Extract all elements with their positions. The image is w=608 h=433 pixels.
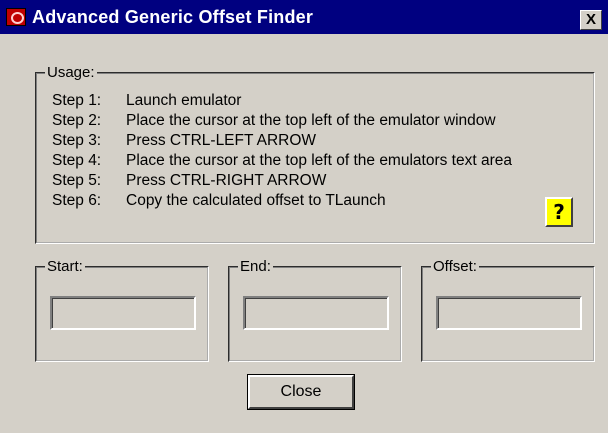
step-label: Step 2: bbox=[52, 112, 102, 129]
usage-caption: Usage: bbox=[45, 64, 97, 81]
end-caption: End: bbox=[238, 258, 273, 275]
offset-field[interactable] bbox=[436, 296, 582, 330]
step-text: Press CTRL-RIGHT ARROW bbox=[126, 172, 327, 189]
steps-list: Step 1: Launch emulator Step 2: Place th… bbox=[52, 91, 512, 211]
end-field[interactable] bbox=[243, 296, 389, 330]
end-group: End: bbox=[228, 258, 402, 362]
step-label: Step 6: bbox=[52, 192, 102, 209]
step-label: Step 4: bbox=[52, 152, 102, 169]
step-label: Step 3: bbox=[52, 132, 102, 149]
step-label: Step 1: bbox=[52, 92, 102, 109]
step-text: Place the cursor at the top left of the … bbox=[126, 112, 496, 129]
step-2: Step 2: Place the cursor at the top left… bbox=[52, 111, 512, 131]
window-close-button[interactable]: X bbox=[580, 10, 602, 30]
offset-group: Offset: bbox=[421, 258, 595, 362]
step-3: Step 3: Press CTRL-LEFT ARROW bbox=[52, 131, 512, 151]
usage-group: Usage: Step 1: Launch emulator Step 2: P… bbox=[35, 64, 595, 244]
step-6: Step 6: Copy the calculated offset to TL… bbox=[52, 191, 512, 211]
step-5: Step 5: Press CTRL-RIGHT ARROW bbox=[52, 171, 512, 191]
step-text: Place the cursor at the top left of the … bbox=[126, 152, 512, 169]
start-caption: Start: bbox=[45, 258, 85, 275]
step-text: Launch emulator bbox=[126, 92, 242, 109]
offset-caption: Offset: bbox=[431, 258, 479, 275]
app-icon[interactable] bbox=[6, 8, 26, 26]
window-title: Advanced Generic Offset Finder bbox=[32, 7, 314, 27]
close-button[interactable]: Close bbox=[247, 374, 355, 410]
start-group: Start: bbox=[35, 258, 209, 362]
step-text: Press CTRL-LEFT ARROW bbox=[126, 132, 317, 149]
title-bar[interactable]: Advanced Generic Offset Finder X bbox=[0, 0, 608, 34]
step-4: Step 4: Place the cursor at the top left… bbox=[52, 151, 512, 171]
step-text: Copy the calculated offset to TLaunch bbox=[126, 192, 386, 209]
question-mark-icon: ? bbox=[553, 200, 565, 224]
help-button[interactable]: ? bbox=[545, 197, 573, 227]
start-field[interactable] bbox=[50, 296, 196, 330]
step-1: Step 1: Launch emulator bbox=[52, 91, 512, 111]
step-label: Step 5: bbox=[52, 172, 102, 189]
